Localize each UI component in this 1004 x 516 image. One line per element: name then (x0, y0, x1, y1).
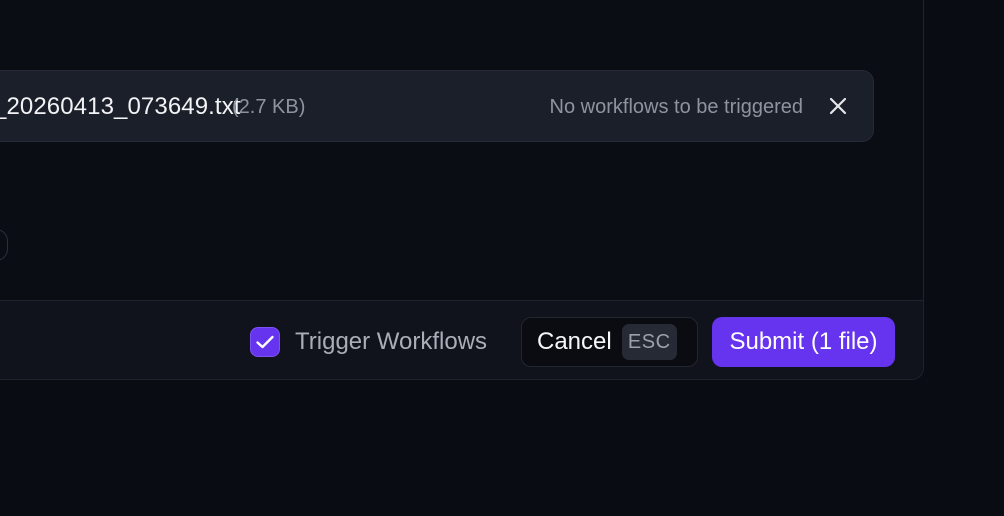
cancel-button[interactable]: Cancel ESC (521, 317, 698, 367)
trigger-workflows-checkbox[interactable] (250, 327, 280, 357)
submit-button-label: Submit (1 file) (729, 328, 878, 355)
upload-dialog: _20260413_073649.txt (2.7 KB) No workflo… (0, 0, 924, 380)
file-size: (2.7 KB) (232, 96, 306, 118)
remove-file-button[interactable] (823, 91, 853, 121)
check-icon (256, 335, 274, 349)
esc-shortcut-badge: ESC (621, 324, 677, 360)
tag-pill[interactable] (0, 229, 8, 261)
submit-button[interactable]: Submit (1 file) (712, 317, 895, 367)
workflow-status: No workflows to be triggered (549, 96, 803, 118)
file-list-item: _20260413_073649.txt (2.7 KB) No workflo… (0, 70, 874, 142)
cancel-button-label: Cancel (537, 328, 612, 355)
dialog-footer: Trigger Workflows Cancel ESC Submit (1 f… (0, 300, 923, 379)
trigger-workflows-label: Trigger Workflows (295, 328, 488, 355)
file-name: _20260413_073649.txt (0, 93, 241, 120)
close-icon (829, 97, 847, 115)
trigger-workflows-toggle[interactable]: Trigger Workflows (250, 326, 487, 358)
